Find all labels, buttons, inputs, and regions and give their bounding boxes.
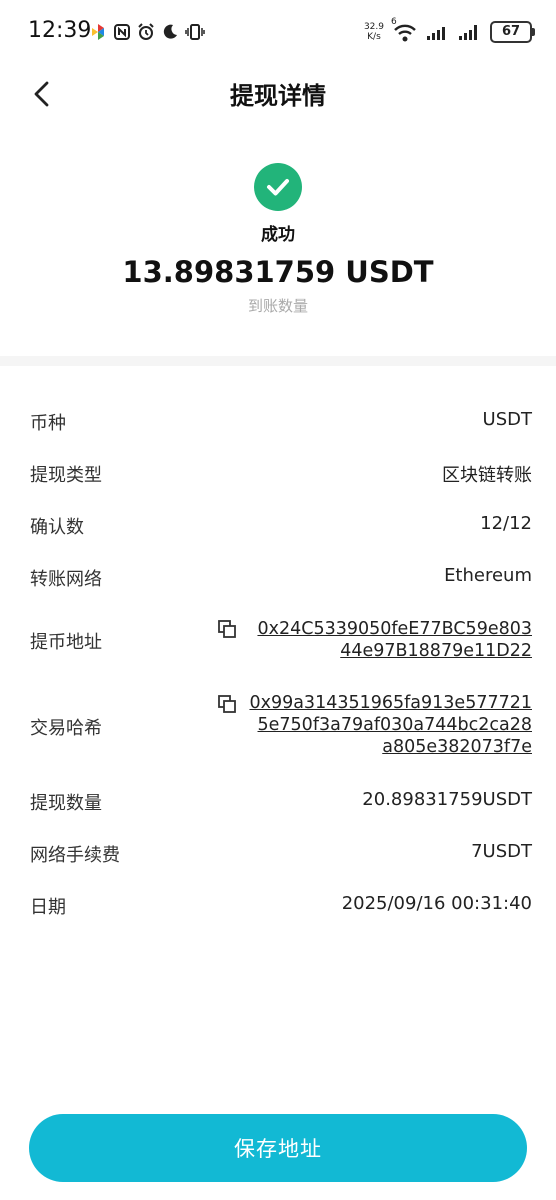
network-value: Ethereum xyxy=(444,565,532,586)
do-not-disturb-moon-icon xyxy=(163,24,177,39)
confirmations-label: 确认数 xyxy=(30,517,84,538)
status-time: 12:39 xyxy=(28,18,92,43)
network-fee-label: 网络手续费 xyxy=(30,845,120,866)
app-notification-icon xyxy=(92,24,104,40)
tx-hash-link[interactable]: 0x99a314351965fa913e577721 5e750f3a79af0… xyxy=(249,692,532,758)
received-amount: 13.89831759 USDT xyxy=(122,255,434,289)
save-address-button[interactable]: 保存地址 xyxy=(29,1114,527,1182)
address-line: 44e97B18879e11D22 xyxy=(340,641,532,661)
signal-sim2-icon xyxy=(459,25,477,40)
copy-hash-icon[interactable] xyxy=(218,695,236,713)
status-icons-left xyxy=(89,20,205,44)
withdraw-type-value: 区块链转账 xyxy=(442,465,532,486)
date-value: 2025/09/16 00:31:40 xyxy=(341,893,532,914)
vibrate-icon xyxy=(185,24,205,40)
copy-address-icon[interactable] xyxy=(218,620,236,638)
network-speed: 32.9 K/s xyxy=(364,22,384,42)
section-divider xyxy=(0,356,556,366)
withdraw-type-label: 提现类型 xyxy=(30,465,102,486)
hash-line: a805e382073f7e xyxy=(382,737,532,757)
signal-sim1-icon xyxy=(427,27,445,40)
alarm-icon xyxy=(138,23,154,40)
battery-indicator: 67 xyxy=(490,21,535,43)
currency-label: 币种 xyxy=(30,413,66,434)
date-label: 日期 xyxy=(30,897,66,918)
received-amount-label: 到账数量 xyxy=(247,297,308,315)
network-speed-value: 32.9 xyxy=(363,22,384,32)
network-label: 转账网络 xyxy=(30,569,102,590)
nfc-icon xyxy=(114,24,130,40)
hash-line: 0x99a314351965fa913e577721 xyxy=(249,693,532,713)
confirmations-value: 12/12 xyxy=(480,513,532,534)
wifi-6-badge: 6 xyxy=(391,17,397,27)
address-line: 0x24C5339050feE77BC59e803 xyxy=(257,619,532,639)
status-icons-right: 32.9 K/s 6 67 xyxy=(364,17,535,45)
status-bar: 12:39 32.9 K/s 6 67 xyxy=(0,0,556,62)
wifi-icon: 6 xyxy=(391,17,418,43)
tx-hash-label: 交易哈希 xyxy=(30,718,102,739)
network-fee-value: 7USDT xyxy=(471,841,532,862)
hash-line: 5e750f3a79af030a744bc2ca28 xyxy=(257,715,532,735)
withdraw-amount-value: 20.89831759USDT xyxy=(362,789,532,810)
currency-value: USDT xyxy=(482,409,532,430)
withdraw-amount-label: 提现数量 xyxy=(30,793,102,814)
check-circle-icon xyxy=(254,163,302,211)
page-title: 提现详情 xyxy=(230,82,326,110)
header: 提现详情 xyxy=(0,62,556,126)
withdraw-address-link[interactable]: 0x24C5339050feE77BC59e803 44e97B18879e11… xyxy=(257,618,532,662)
status-text: 成功 xyxy=(261,225,295,245)
network-speed-unit: K/s xyxy=(367,32,381,42)
address-label: 提币地址 xyxy=(30,632,102,653)
